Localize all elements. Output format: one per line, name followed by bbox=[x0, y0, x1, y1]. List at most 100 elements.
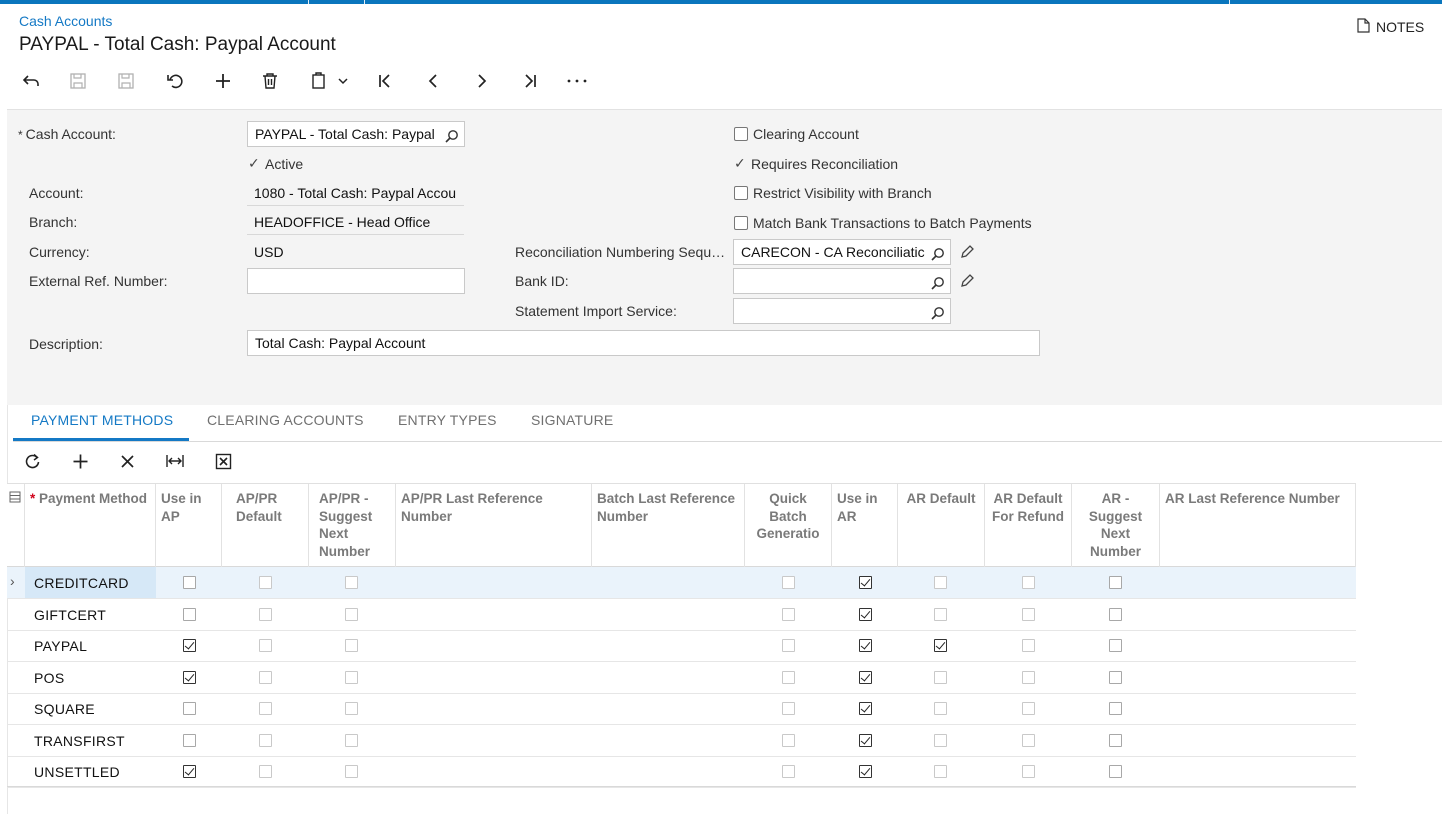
first-record-icon[interactable] bbox=[373, 70, 397, 92]
undo-icon[interactable] bbox=[163, 70, 187, 92]
edit-pencil-icon[interactable] bbox=[960, 244, 975, 262]
match-bank-transactions-checkbox[interactable]: Match Bank Transactions to Batch Payment… bbox=[734, 215, 1032, 231]
use-in-ap-checkbox[interactable] bbox=[183, 733, 196, 747]
refresh-icon[interactable] bbox=[21, 451, 43, 471]
ar-default-refund-checkbox[interactable] bbox=[1022, 576, 1035, 589]
use-in-ar-checkbox[interactable] bbox=[859, 639, 872, 652]
bank-id-input[interactable] bbox=[733, 268, 951, 294]
ar-default-refund-checkbox[interactable] bbox=[1022, 670, 1035, 684]
use-in-ap-checkbox[interactable] bbox=[183, 702, 196, 715]
delete-icon[interactable] bbox=[258, 70, 282, 92]
ar-default-checkbox[interactable] bbox=[934, 639, 947, 652]
external-ref-input[interactable] bbox=[247, 268, 465, 294]
payment-method-cell[interactable]: TRANSFIRST bbox=[34, 733, 125, 749]
col-appr-default[interactable]: AP/PR Default bbox=[222, 484, 309, 567]
use-in-ar-checkbox[interactable] bbox=[859, 576, 872, 589]
description-input[interactable]: Total Cash: Paypal Account bbox=[247, 330, 1040, 356]
payment-method-cell[interactable]: POS bbox=[34, 670, 64, 686]
requires-reconciliation-checkbox[interactable]: ✓ Requires Reconciliation bbox=[734, 155, 898, 172]
quick-batch-checkbox[interactable] bbox=[782, 607, 795, 621]
use-in-ar-checkbox[interactable] bbox=[859, 765, 872, 778]
ar-default-refund-checkbox[interactable] bbox=[1022, 639, 1035, 652]
use-in-ap-checkbox[interactable] bbox=[183, 607, 196, 621]
previous-record-icon[interactable] bbox=[421, 70, 445, 92]
appr-default-checkbox[interactable] bbox=[259, 607, 272, 621]
fit-columns-icon[interactable] bbox=[164, 451, 186, 471]
active-checkbox[interactable]: ✓ Active bbox=[248, 155, 303, 172]
use-in-ar-checkbox[interactable] bbox=[859, 607, 872, 621]
save-icon[interactable] bbox=[114, 70, 138, 92]
quick-batch-checkbox[interactable] bbox=[782, 639, 795, 652]
quick-batch-checkbox[interactable] bbox=[782, 765, 795, 778]
col-payment-method[interactable]: * Payment Method bbox=[25, 484, 156, 567]
ar-suggest-checkbox[interactable] bbox=[1109, 733, 1122, 747]
export-excel-icon[interactable] bbox=[212, 451, 234, 471]
col-appr-suggest[interactable]: AP/PR - Suggest Next Number bbox=[309, 484, 396, 567]
add-row-icon[interactable] bbox=[69, 451, 91, 471]
ar-default-refund-checkbox[interactable] bbox=[1022, 733, 1035, 747]
ar-default-checkbox[interactable] bbox=[934, 670, 947, 684]
appr-suggest-checkbox[interactable] bbox=[345, 702, 358, 715]
payment-method-cell[interactable]: UNSETTLED bbox=[34, 764, 120, 780]
search-icon[interactable] bbox=[442, 126, 459, 146]
ar-default-checkbox[interactable] bbox=[934, 765, 947, 778]
ar-suggest-checkbox[interactable] bbox=[1109, 576, 1122, 589]
reconciliation-seq-input[interactable]: CARECON - CA Reconciliatic bbox=[733, 239, 951, 265]
quick-batch-checkbox[interactable] bbox=[782, 733, 795, 747]
ar-default-refund-checkbox[interactable] bbox=[1022, 607, 1035, 621]
col-use-in-ap[interactable]: Use in AP bbox=[156, 484, 222, 567]
appr-default-checkbox[interactable] bbox=[259, 639, 272, 652]
add-icon[interactable] bbox=[211, 70, 235, 92]
ar-suggest-checkbox[interactable] bbox=[1109, 607, 1122, 621]
payment-method-cell[interactable]: SQUARE bbox=[34, 701, 95, 717]
appr-default-checkbox[interactable] bbox=[259, 765, 272, 778]
next-record-icon[interactable] bbox=[470, 70, 494, 92]
tab-entry-types[interactable]: ENTRY TYPES bbox=[398, 412, 497, 428]
table-row[interactable]: POS bbox=[7, 662, 1356, 694]
payment-method-cell[interactable]: CREDITCARD bbox=[34, 575, 129, 591]
last-record-icon[interactable] bbox=[518, 70, 542, 92]
breadcrumb[interactable]: Cash Accounts bbox=[19, 13, 112, 29]
quick-batch-checkbox[interactable] bbox=[782, 670, 795, 684]
ar-default-checkbox[interactable] bbox=[934, 576, 947, 589]
col-ar-last-ref[interactable]: AR Last Reference Number bbox=[1160, 484, 1356, 567]
use-in-ar-checkbox[interactable] bbox=[859, 670, 872, 684]
table-row[interactable]: › CREDITCARD bbox=[7, 567, 1356, 599]
use-in-ar-checkbox[interactable] bbox=[859, 733, 872, 747]
tab-payment-methods[interactable]: PAYMENT METHODS bbox=[31, 412, 173, 428]
appr-suggest-checkbox[interactable] bbox=[345, 733, 358, 747]
appr-default-checkbox[interactable] bbox=[259, 702, 272, 715]
search-icon[interactable] bbox=[928, 244, 945, 264]
ar-suggest-checkbox[interactable] bbox=[1109, 670, 1122, 684]
payment-method-cell[interactable]: GIFTCERT bbox=[34, 607, 106, 623]
col-use-in-ar[interactable]: Use in AR bbox=[832, 484, 898, 567]
table-row[interactable]: TRANSFIRST bbox=[7, 725, 1356, 757]
appr-default-checkbox[interactable] bbox=[259, 576, 272, 589]
col-ar-default[interactable]: AR Default bbox=[898, 484, 985, 567]
ar-suggest-checkbox[interactable] bbox=[1109, 702, 1122, 715]
ar-default-checkbox[interactable] bbox=[934, 702, 947, 715]
table-row[interactable]: GIFTCERT bbox=[7, 599, 1356, 631]
appr-default-checkbox[interactable] bbox=[259, 733, 272, 747]
payment-method-cell[interactable]: PAYPAL bbox=[34, 638, 87, 654]
ar-default-checkbox[interactable] bbox=[934, 607, 947, 621]
appr-suggest-checkbox[interactable] bbox=[345, 576, 358, 589]
ar-default-refund-checkbox[interactable] bbox=[1022, 702, 1035, 715]
col-appr-last-ref[interactable]: AP/PR Last Reference Number bbox=[396, 484, 592, 567]
appr-default-checkbox[interactable] bbox=[259, 670, 272, 684]
col-quick-batch[interactable]: Quick Batch Generatio bbox=[745, 484, 832, 567]
search-icon[interactable] bbox=[928, 273, 945, 293]
column-settings-icon[interactable] bbox=[7, 484, 25, 567]
appr-suggest-checkbox[interactable] bbox=[345, 670, 358, 684]
quick-batch-checkbox[interactable] bbox=[782, 702, 795, 715]
use-in-ap-checkbox[interactable] bbox=[183, 670, 196, 684]
use-in-ap-checkbox[interactable] bbox=[183, 576, 196, 589]
table-row[interactable]: SQUARE bbox=[7, 693, 1356, 725]
more-icon[interactable] bbox=[565, 70, 589, 92]
col-batch-last-ref[interactable]: Batch Last Reference Number bbox=[592, 484, 745, 567]
clearing-account-checkbox[interactable]: Clearing Account bbox=[734, 126, 859, 142]
ar-suggest-checkbox[interactable] bbox=[1109, 765, 1122, 778]
appr-suggest-checkbox[interactable] bbox=[345, 765, 358, 778]
use-in-ar-checkbox[interactable] bbox=[859, 702, 872, 715]
table-row[interactable]: UNSETTLED bbox=[7, 756, 1356, 788]
